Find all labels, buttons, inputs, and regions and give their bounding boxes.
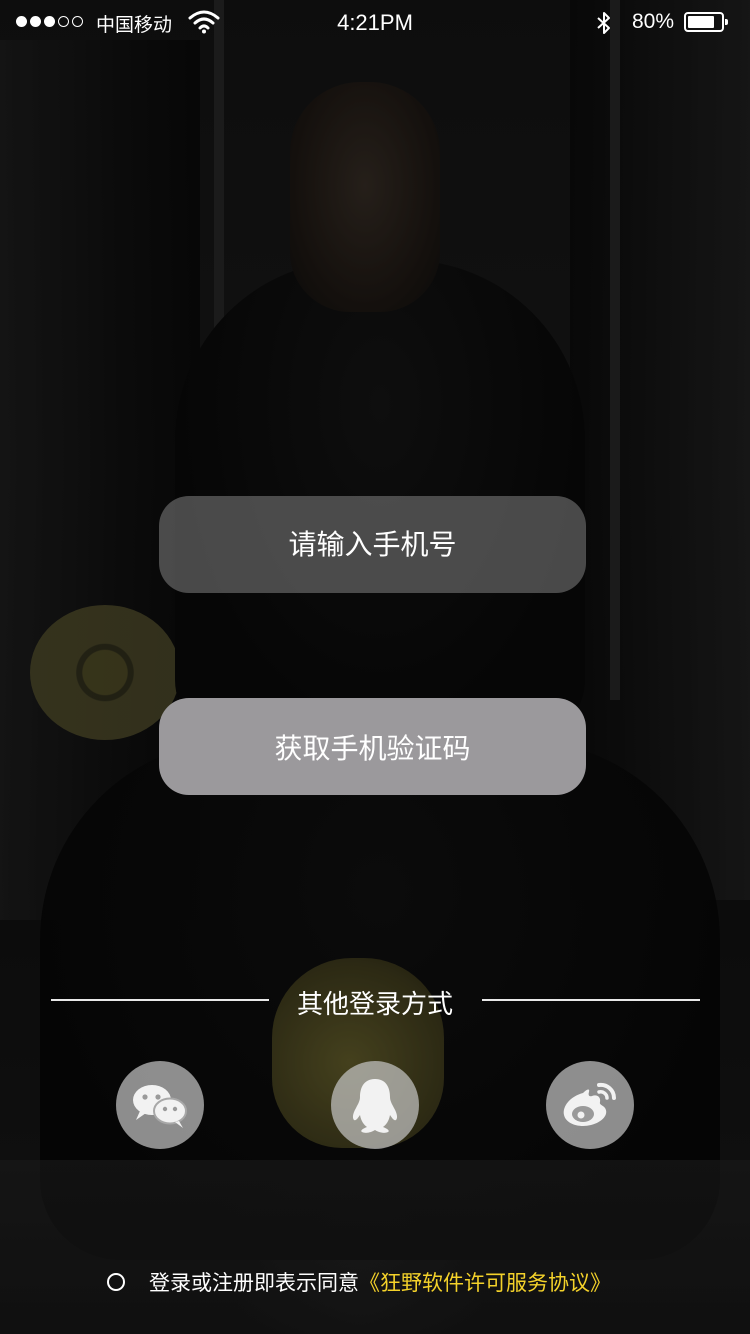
agreement-text: 登录或注册即表示同意 [149, 1271, 359, 1295]
license-agreement-link[interactable]: 《狂野软件许可服务协议》 [359, 1267, 611, 1297]
weibo-login-button[interactable] [546, 1061, 634, 1149]
status-bar: 中国移动 4:21PM 80% [0, 0, 750, 46]
wechat-icon [133, 1085, 187, 1128]
agreement-row: 登录或注册即表示同意 《狂野软件许可服务协议》 [107, 1266, 611, 1298]
get-verification-code-button[interactable]: 获取手机验证码 [159, 698, 586, 795]
qq-icon [352, 1079, 398, 1133]
agreement-checkbox[interactable] [107, 1273, 125, 1291]
battery-percentage: 80% [632, 10, 675, 33]
weibo-icon [563, 1082, 616, 1126]
wechat-login-button[interactable] [116, 1061, 204, 1149]
battery-fill [688, 16, 714, 28]
bluetooth-icon [597, 12, 610, 34]
other-login-label: 其他登录方式 [296, 990, 453, 1020]
battery-tip [725, 19, 728, 25]
battery-icon [684, 12, 728, 32]
qq-login-button[interactable] [331, 1061, 419, 1149]
phone-number-input[interactable] [159, 496, 586, 593]
divider-right [482, 999, 700, 1001]
